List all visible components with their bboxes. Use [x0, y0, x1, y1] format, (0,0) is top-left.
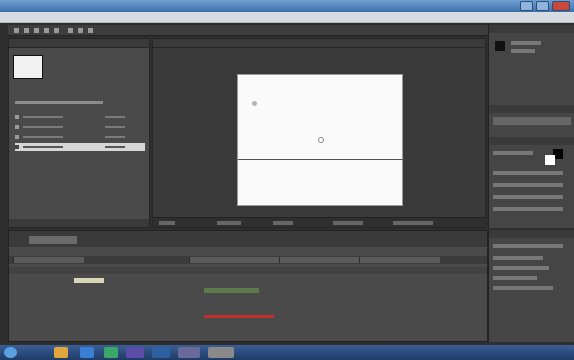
menu-bar: [0, 12, 574, 23]
leading-field[interactable]: [493, 195, 563, 199]
composition-canvas[interactable]: [237, 74, 404, 206]
folder-icon[interactable]: [178, 347, 200, 358]
tools-panel: [8, 25, 488, 36]
project-thumbnail: [13, 55, 43, 79]
timecode-display[interactable]: [393, 221, 433, 225]
project-list-item[interactable]: [15, 133, 145, 141]
effects-list-item[interactable]: [493, 256, 543, 260]
view-dropdown[interactable]: [273, 221, 293, 225]
composition-panel: [152, 38, 487, 228]
brush-tool-icon[interactable]: [88, 28, 93, 33]
pen-tool-icon[interactable]: [68, 28, 73, 33]
tab-timeline[interactable]: [29, 236, 77, 244]
project-panel: [8, 38, 150, 228]
media-icon[interactable]: [104, 347, 118, 358]
work-area-marker[interactable]: [204, 315, 274, 318]
effects-presets-panel: [488, 230, 574, 342]
effects-list-item[interactable]: [493, 266, 549, 270]
layer-duration-bar[interactable]: [74, 278, 104, 283]
effects-panel-header: [489, 230, 574, 238]
aftereffects-icon[interactable]: [126, 347, 144, 358]
project-list-item-selected[interactable]: [15, 143, 145, 151]
preview-controls[interactable]: [493, 117, 571, 125]
info-readout: [511, 41, 541, 45]
tracking-field[interactable]: [493, 183, 563, 187]
window-titlebar: [0, 0, 574, 12]
info-readout: [511, 49, 535, 53]
color-swatch[interactable]: [495, 41, 505, 51]
composition-footer: [153, 217, 487, 227]
selection-tool-icon[interactable]: [14, 28, 19, 33]
hand-tool-icon[interactable]: [24, 28, 29, 33]
project-panel-footer: [9, 219, 149, 227]
anchor-point-icon[interactable]: [318, 137, 324, 143]
baseline-field[interactable]: [493, 207, 563, 211]
guide-line[interactable]: [238, 159, 404, 160]
composition-panel-header: [153, 39, 485, 48]
stroke-color-swatch[interactable]: [545, 155, 555, 165]
text-tool-icon[interactable]: [78, 28, 83, 33]
windows-taskbar: [0, 345, 574, 360]
maximize-button[interactable]: [536, 1, 549, 11]
effects-list-item[interactable]: [493, 276, 537, 280]
close-button[interactable]: [552, 1, 570, 11]
timeline-ruler[interactable]: [9, 256, 487, 264]
character-panel-header: [489, 137, 574, 145]
camera-dropdown[interactable]: [333, 221, 363, 225]
effects-list-item[interactable]: [493, 286, 553, 290]
timeline-header: [9, 231, 487, 247]
timeline-layer-row[interactable]: [9, 277, 487, 284]
layer-column-headers: [9, 267, 487, 274]
timeline-layer-row[interactable]: [9, 287, 487, 294]
browser-icon[interactable]: [80, 347, 94, 358]
explorer-icon[interactable]: [54, 347, 68, 358]
timeline-panel: [8, 230, 488, 342]
effects-search-input[interactable]: [493, 244, 563, 248]
font-size-field[interactable]: [493, 171, 563, 175]
info-panel-header: [489, 25, 574, 33]
resolution-dropdown[interactable]: [217, 221, 241, 225]
font-dropdown[interactable]: [493, 151, 533, 155]
preview-panel-header: [489, 105, 574, 113]
right-panels: [488, 25, 574, 228]
project-column-header: [15, 113, 145, 121]
zoom-tool-icon[interactable]: [34, 28, 39, 33]
rotate-tool-icon[interactable]: [44, 28, 49, 33]
zoom-dropdown[interactable]: [159, 221, 175, 225]
project-list-item[interactable]: [15, 123, 145, 131]
project-search-input[interactable]: [15, 101, 103, 104]
active-window-button[interactable]: [208, 347, 234, 358]
layer-property-bar[interactable]: [204, 288, 259, 293]
photoshop-icon[interactable]: [152, 347, 170, 358]
start-orb-icon[interactable]: [4, 347, 17, 358]
layer-handle[interactable]: [252, 101, 257, 106]
minimize-button[interactable]: [520, 1, 533, 11]
camera-tool-icon[interactable]: [54, 28, 59, 33]
project-panel-header: [9, 39, 149, 48]
